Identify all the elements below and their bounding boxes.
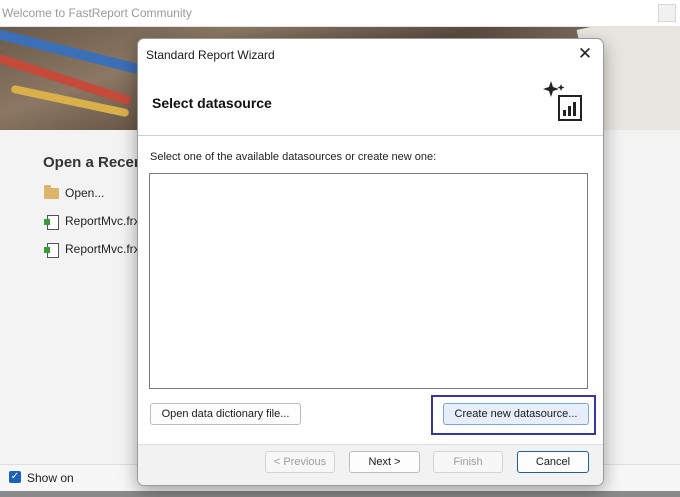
finish-button[interactable]: Finish: [433, 451, 503, 473]
next-button[interactable]: Next >: [349, 451, 420, 473]
close-icon[interactable]: ✕: [575, 44, 595, 64]
report-file-icon: [44, 242, 59, 258]
previous-button[interactable]: < Previous: [265, 451, 335, 473]
datasource-prompt: Select one of the available datasources …: [150, 151, 437, 163]
welcome-window-title: Welcome to FastReport Community: [2, 6, 192, 20]
datasource-list[interactable]: [149, 173, 588, 389]
open-data-dictionary-button[interactable]: Open data dictionary file...: [150, 403, 301, 425]
recent-item-label: Open...: [65, 186, 105, 200]
cancel-button[interactable]: Cancel: [517, 451, 589, 473]
create-new-datasource-button[interactable]: Create new datasource...: [443, 403, 589, 425]
wizard-report-icon: [543, 81, 582, 121]
show-on-label: Show on: [27, 471, 74, 485]
recent-item-label: ReportMvc.frx: [65, 214, 140, 228]
recent-open-item[interactable]: Open...: [44, 184, 105, 201]
welcome-window-titlebar: Welcome to FastReport Community: [0, 0, 680, 27]
dialog-title: Standard Report Wizard: [146, 48, 275, 62]
recent-item-label: ReportMvc.frx: [65, 242, 140, 256]
show-on-checkbox[interactable]: ✓: [9, 471, 21, 483]
welcome-close-button[interactable]: [658, 4, 676, 22]
standard-report-wizard-dialog: Standard Report Wizard ✕ Select datasour…: [137, 38, 604, 486]
report-file-icon: [44, 214, 59, 230]
header-separator: [138, 135, 603, 136]
taskbar-strip: [0, 491, 680, 497]
folder-icon: [44, 184, 59, 199]
step-title: Select datasource: [152, 95, 272, 111]
recent-file-item[interactable]: ReportMvc.frx: [44, 241, 140, 258]
recent-heading: Open a Recen: [43, 154, 144, 171]
recent-file-item[interactable]: ReportMvc.frx: [44, 213, 140, 230]
